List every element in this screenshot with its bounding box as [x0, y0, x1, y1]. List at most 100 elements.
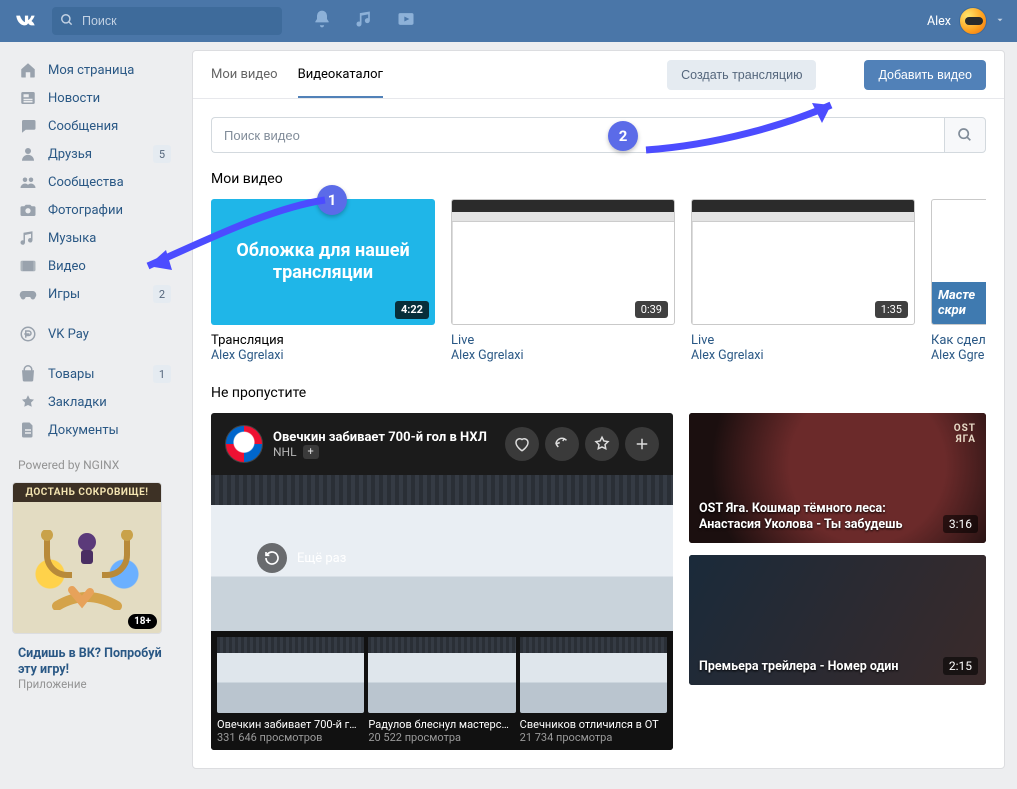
create-stream-button[interactable]: Создать трансляцию — [667, 60, 816, 90]
vk-logo-icon[interactable] — [12, 7, 40, 35]
video-title: Как сдела — [931, 333, 986, 348]
promo-title[interactable]: Сидишь в ВК? Попробуй эту игру! — [12, 640, 177, 677]
clip-title: Свечников отличился в ОТ — [520, 718, 667, 731]
sidebar-item-label: Игры — [48, 287, 153, 302]
video-player-icon[interactable] — [396, 9, 416, 33]
featured-clip[interactable]: Свечников отличился в ОТ21 734 просмотра — [520, 637, 667, 744]
video-card[interactable]: 1:35 LiveAlex Ggrelaxi — [691, 199, 915, 363]
star-icon[interactable] — [585, 427, 619, 461]
clip-title: Овечкин забивает 700-й г… — [217, 718, 364, 731]
sidebar: Моя страница НовостиСообщенияДрузья5 Сообщ… — [12, 50, 177, 697]
featured-row: Овечкин забивает 700-й гол в НХЛ NHL + — [211, 413, 986, 750]
sidebar-item-music[interactable]: Музыка — [12, 224, 177, 252]
groups-icon — [18, 172, 38, 192]
video-search-button[interactable] — [944, 117, 986, 153]
tab-video-catalog[interactable]: Видеокаталог — [298, 51, 383, 98]
header-icons — [312, 9, 416, 33]
user-avatar-icon — [959, 7, 987, 35]
user-name: Alex — [927, 14, 951, 29]
sidebar-item-docs[interactable]: Документы — [12, 416, 177, 444]
side-card-logo: OSTЯГА — [954, 423, 976, 445]
side-card-duration: 2:15 — [943, 657, 978, 675]
video-duration: 1:35 — [875, 301, 908, 318]
age-badge: 18+ — [128, 614, 157, 629]
featured-main-card[interactable]: Овечкин забивает 700-й гол в НХЛ NHL + — [211, 413, 673, 750]
sidebar-item-photo[interactable]: Фотографии — [12, 196, 177, 224]
clip-thumb — [520, 637, 667, 713]
nhl-logo-icon — [225, 425, 263, 463]
sidebar-item-games[interactable]: Игры2 — [12, 280, 177, 308]
side-card-title: Премьера трейлера - Номер один — [699, 659, 936, 675]
side-video-card[interactable]: Премьера трейлера - Номер один 2:15 — [689, 555, 986, 685]
like-icon[interactable] — [505, 427, 539, 461]
clip-views: 331 646 просмотров — [217, 731, 364, 744]
video-thumb: 0:39 — [451, 199, 675, 325]
notifications-icon[interactable] — [312, 9, 332, 33]
sidebar-item-label: VK Pay — [48, 327, 171, 342]
video-author[interactable]: Alex Ggre — [931, 348, 986, 363]
featured-clip[interactable]: Овечкин забивает 700-й г…331 646 просмот… — [217, 637, 364, 744]
featured-source[interactable]: NHL — [273, 445, 297, 459]
games-icon — [18, 284, 38, 304]
add-video-button[interactable]: Добавить видео — [864, 60, 986, 90]
video-thumb: SocВидМастескри — [931, 199, 986, 325]
news-icon — [18, 88, 38, 108]
side-card-title: OST Яга. Кошмар тёмного леса: Анастасия … — [699, 501, 936, 534]
sidebar-item-label: Сообщества — [48, 175, 171, 190]
global-search-input[interactable] — [52, 7, 282, 35]
replay-button[interactable]: Ещё раз — [257, 543, 346, 573]
main-content: Мои видео Видеокаталог Создать трансляци… — [192, 50, 1005, 769]
clip-thumb — [368, 637, 515, 713]
share-icon[interactable] — [545, 427, 579, 461]
sidebar-item-msg[interactable]: Сообщения — [12, 112, 177, 140]
app-header: Alex — [0, 0, 1017, 42]
user-menu[interactable]: Alex — [927, 7, 1005, 35]
side-card-duration: 3:16 — [943, 515, 978, 533]
video-title: Трансляция — [211, 333, 435, 348]
sidebar-item-pay[interactable]: VK Pay — [12, 320, 177, 348]
music-icon[interactable] — [354, 9, 374, 33]
sidebar-item-news[interactable]: Новости — [12, 84, 177, 112]
search-icon — [60, 13, 74, 31]
video-author[interactable]: Alex Ggrelaxi — [211, 348, 435, 363]
sidebar-item-label: Закладки — [48, 395, 171, 410]
promo-card[interactable]: ДОСТАНЬ СОКРОВИЩЕ! 18+ — [12, 482, 162, 634]
video-title: Live — [451, 333, 675, 348]
pay-icon — [18, 324, 38, 344]
sidebar-item-label: Видео — [48, 259, 171, 274]
sidebar-badge: 2 — [153, 285, 171, 303]
sidebar-item-label: Фотографии — [48, 203, 171, 218]
clip-thumb — [217, 637, 364, 713]
video-card[interactable]: Обложка для нашей трансляции4:22Трансляц… — [211, 199, 435, 363]
subscribe-plus-icon[interactable]: + — [303, 445, 319, 459]
my-videos-row: Обложка для нашей трансляции4:22Трансляц… — [211, 199, 986, 363]
video-card[interactable]: 0:39 LiveAlex Ggrelaxi — [451, 199, 675, 363]
video-card[interactable]: SocВидМастескри Как сделаAlex Ggre — [931, 199, 986, 363]
video-author[interactable]: Alex Ggrelaxi — [451, 348, 675, 363]
featured-clip[interactable]: Радулов блеснул мастерс…20 522 просмотра — [368, 637, 515, 744]
sidebar-item-bookmark[interactable]: Закладки — [12, 388, 177, 416]
sidebar-badge: 5 — [153, 145, 171, 163]
video-duration: 0:39 — [635, 301, 668, 318]
tab-my-videos[interactable]: Мои видео — [211, 51, 278, 98]
sidebar-item-video[interactable]: Видео — [12, 252, 177, 280]
video-tabs: Мои видео Видеокаталог Создать трансляци… — [193, 51, 1004, 99]
section-dont-miss-title: Не пропустите — [211, 385, 986, 401]
sidebar-item-friends[interactable]: Друзья5 — [12, 140, 177, 168]
sidebar-item-home[interactable]: Моя страница — [12, 56, 177, 84]
sidebar-item-label: Музыка — [48, 231, 171, 246]
sidebar-item-market[interactable]: Товары1 — [12, 360, 177, 388]
clip-views: 21 734 просмотра — [520, 731, 667, 744]
featured-video-area[interactable]: Ещё раз — [211, 475, 673, 631]
music-icon — [18, 228, 38, 248]
msg-icon — [18, 116, 38, 136]
video-author[interactable]: Alex Ggrelaxi — [691, 348, 915, 363]
side-video-card[interactable]: OSTЯГА OST Яга. Кошмар тёмного леса: Анас… — [689, 413, 986, 543]
sidebar-item-groups[interactable]: Сообщества — [12, 168, 177, 196]
video-search-input[interactable] — [211, 117, 944, 153]
friends-icon — [18, 144, 38, 164]
featured-clips-row: Овечкин забивает 700-й г…331 646 просмот… — [211, 631, 673, 750]
video-title: Live — [691, 333, 915, 348]
add-icon[interactable] — [625, 427, 659, 461]
sidebar-item-label: Моя страница — [48, 63, 171, 78]
